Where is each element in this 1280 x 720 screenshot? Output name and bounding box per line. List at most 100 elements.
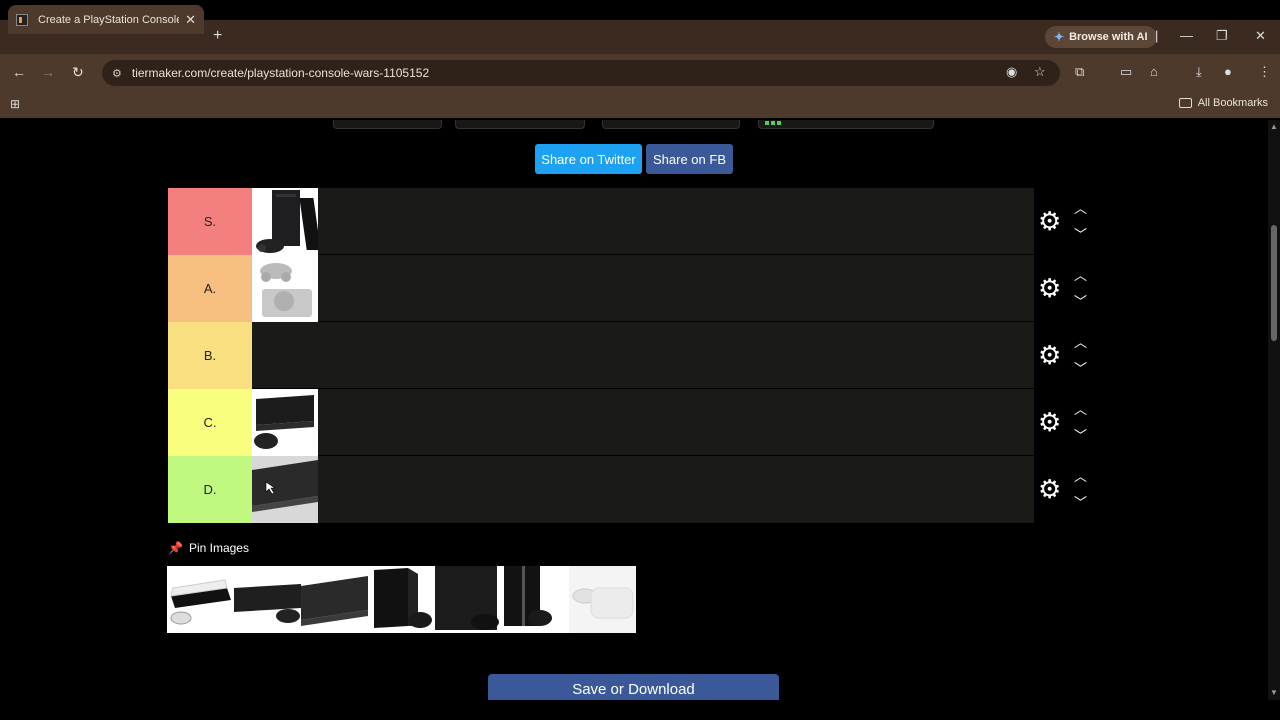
- console-image-ps5[interactable]: [167, 566, 234, 633]
- share-twitter-button[interactable]: Share on Twitter: [535, 144, 642, 174]
- console-image-ps4[interactable]: [368, 566, 435, 633]
- apps-grid-icon[interactable]: ⊞: [10, 97, 20, 111]
- console-image-ps3-super-slim[interactable]: [252, 389, 318, 456]
- folder-icon: [1178, 98, 1192, 108]
- tab-divider: |: [1155, 28, 1159, 43]
- tier-list: S. ⚙ ︿ ﹀ A. ⚙ ︿ ﹀ B. ⚙ ︿ ﹀ C. ⚙ ︿ ﹀ D. ⚙…: [167, 187, 1102, 524]
- chevron-up-icon[interactable]: ︿: [1074, 332, 1087, 351]
- tier-controls-c: ⚙ ︿ ﹀: [1034, 389, 1102, 456]
- tier-controls-s: ⚙ ︿ ﹀: [1034, 188, 1102, 255]
- new-tab-button[interactable]: +: [213, 27, 222, 45]
- forward-icon[interactable]: →: [41, 64, 55, 80]
- vpn-icon[interactable]: ⌂: [1150, 64, 1158, 79]
- top-button-3[interactable]: [602, 120, 740, 129]
- ps1-console-image: [252, 255, 318, 322]
- chevron-up-icon[interactable]: ︿: [1074, 265, 1087, 284]
- star-icon[interactable]: ☆: [1034, 64, 1046, 80]
- gear-icon[interactable]: ⚙: [1038, 342, 1061, 368]
- tier-row-c: C. ⚙ ︿ ﹀: [168, 389, 1102, 456]
- menu-icon[interactable]: ⋮: [1258, 64, 1271, 80]
- console-image-psone[interactable]: [569, 566, 636, 633]
- ps3-slim-image: [301, 566, 368, 633]
- tier-row-d: D. ⚙ ︿ ﹀: [168, 456, 1102, 523]
- console-image-ps4-slim[interactable]: [234, 566, 301, 633]
- gear-icon[interactable]: ⚙: [1038, 409, 1061, 435]
- cast-icon[interactable]: ▭: [1120, 64, 1132, 80]
- bars-icon: [765, 121, 781, 125]
- ps4-slim-image: [234, 566, 301, 633]
- chevron-down-icon[interactable]: ﹀: [1074, 291, 1087, 310]
- chevron-down-icon[interactable]: ﹀: [1074, 224, 1087, 243]
- reload-icon[interactable]: ↻: [72, 64, 84, 81]
- top-button-4[interactable]: [758, 120, 934, 129]
- ps3-image: [502, 566, 569, 633]
- browse-with-ai-button[interactable]: ✦ Browse with AI: [1045, 26, 1157, 48]
- ps2-slim-image: [252, 456, 318, 523]
- pin-icon: 📌: [168, 541, 183, 555]
- chevron-up-icon[interactable]: ︿: [1074, 466, 1087, 485]
- back-icon[interactable]: ←: [12, 64, 26, 80]
- tier-row-a: A. ⚙ ︿ ﹀: [168, 255, 1102, 322]
- close-tab-icon[interactable]: ✕: [185, 12, 196, 28]
- chevron-up-icon[interactable]: ︿: [1074, 399, 1087, 418]
- scroll-up-icon[interactable]: ▲: [1270, 122, 1278, 131]
- ps2-console-image: [252, 188, 318, 255]
- share-fb-button[interactable]: Share on FB: [646, 144, 733, 174]
- restore-icon[interactable]: ❐: [1216, 28, 1228, 44]
- close-window-icon[interactable]: ✕: [1255, 28, 1266, 44]
- image-pool: [167, 566, 636, 633]
- sparkle-icon: ✦: [1054, 30, 1065, 44]
- tier-controls-b: ⚙ ︿ ﹀: [1034, 322, 1102, 389]
- browser-tab[interactable]: Create a PlayStation Console W ✕: [8, 5, 204, 34]
- chevron-down-icon[interactable]: ﹀: [1074, 358, 1087, 377]
- ps4-image: [368, 566, 435, 633]
- pin-images-toggle[interactable]: 📌 Pin Images: [168, 541, 249, 555]
- scrollbar-thumb[interactable]: [1271, 225, 1277, 341]
- ps5-image: [167, 566, 234, 633]
- top-button-2[interactable]: [455, 120, 585, 129]
- console-image-ps2-slim[interactable]: [252, 456, 318, 523]
- minimize-icon[interactable]: —: [1180, 28, 1193, 43]
- pin-images-label: Pin Images: [188, 541, 249, 555]
- console-image-ps3[interactable]: [502, 566, 569, 633]
- tiermaker-favicon-icon: [16, 13, 28, 26]
- all-bookmarks-button[interactable]: All Bookmarks: [1178, 97, 1268, 109]
- console-image-ps3-slim[interactable]: [301, 566, 368, 633]
- browse-with-ai-label: Browse with AI: [1069, 31, 1148, 43]
- page-content: Share on Twitter Share on FB S. ⚙ ︿ ﹀ A.…: [0, 120, 1268, 700]
- tier-label-d[interactable]: D.: [168, 456, 252, 523]
- os-bottom-bar: [0, 700, 1280, 720]
- site-info-icon[interactable]: ⚙: [112, 67, 122, 80]
- extensions-icon[interactable]: ⧉: [1075, 64, 1084, 80]
- tier-label-c[interactable]: C.: [168, 389, 252, 456]
- console-image-ps2[interactable]: [252, 188, 318, 255]
- tier-controls-d: ⚙ ︿ ﹀: [1034, 456, 1102, 523]
- scroll-down-icon[interactable]: ▼: [1270, 688, 1278, 697]
- tier-label-b[interactable]: B.: [168, 322, 252, 389]
- tier-label-s[interactable]: S.: [168, 188, 252, 255]
- tier-row-b: B. ⚙ ︿ ﹀: [168, 322, 1102, 389]
- eye-off-icon[interactable]: ◉: [1006, 64, 1017, 80]
- bookmarks-bar: [0, 90, 1280, 118]
- console-image-ps4-pro[interactable]: [435, 566, 502, 633]
- chevron-down-icon[interactable]: ﹀: [1074, 425, 1087, 444]
- profile-avatar-icon[interactable]: ●: [1224, 64, 1232, 79]
- save-or-download-button[interactable]: Save or Download: [488, 674, 779, 700]
- ps3-super-slim-image: [252, 389, 318, 456]
- psone-image: [569, 566, 636, 633]
- top-button-1[interactable]: [333, 120, 442, 129]
- tab-title: Create a PlayStation Console W: [38, 13, 180, 26]
- gear-icon[interactable]: ⚙: [1038, 476, 1061, 502]
- chevron-down-icon[interactable]: ﹀: [1074, 492, 1087, 511]
- download-icon[interactable]: ⤓: [1196, 64, 1202, 80]
- gear-icon[interactable]: ⚙: [1038, 275, 1061, 301]
- gear-icon[interactable]: ⚙: [1038, 208, 1061, 234]
- scrollbar[interactable]: ▲ ▼: [1268, 120, 1280, 700]
- tier-label-a[interactable]: A.: [168, 255, 252, 322]
- chevron-up-icon[interactable]: ︿: [1074, 198, 1087, 217]
- address-bar[interactable]: ⚙ tiermaker.com/create/playstation-conso…: [102, 60, 1060, 86]
- url-text: tiermaker.com/create/playstation-console…: [131, 66, 430, 80]
- ps4-pro-image: [435, 566, 502, 633]
- tier-controls-a: ⚙ ︿ ﹀: [1034, 255, 1102, 322]
- console-image-ps1[interactable]: [252, 255, 318, 322]
